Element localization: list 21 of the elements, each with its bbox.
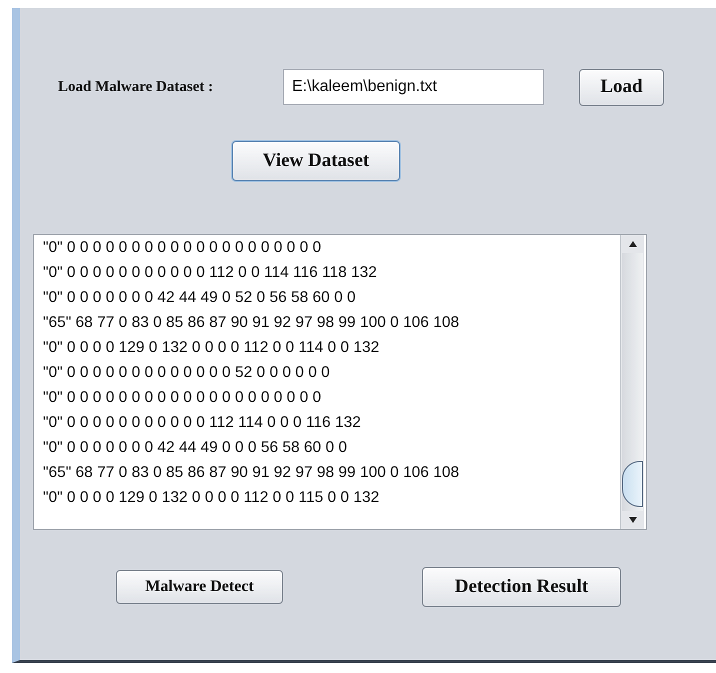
dataset-line: "0" 0 0 0 0 129 0 132 0 0 0 0 112 0 0 114 0 0 132 [43,338,380,358]
dataset-label: Load Malware Dataset : [58,78,214,96]
dataset-line: "0" 0 0 0 0 0 0 0 0 0 0 0 0 0 0 0 0 0 0 0 0 [43,388,322,408]
malware-detect-button[interactable]: Malware Detect [116,570,283,604]
dataset-line: "0" 0 0 0 0 0 0 0 0 0 0 0 0 0 52 0 0 0 0 0 0 [43,363,331,383]
dataset-line: "0" 0 0 0 0 0 0 0 0 0 0 0 0 0 0 0 0 0 0 0 0 [43,238,322,258]
path-field[interactable]: E:\kaleem\benign.txt [283,69,544,105]
detection-result-button[interactable]: Detection Result [422,567,621,607]
view-dataset-button[interactable]: View Dataset [232,141,400,181]
dataset-line: "65" 68 77 0 83 0 85 86 87 90 91 92 97 98 99 100 0 106 108 [43,313,460,333]
scroll-thumb[interactable] [622,461,643,507]
dataset-line: "0" 0 0 0 0 0 0 0 42 44 49 0 52 0 56 58 60 0 0 [43,288,357,308]
dataset-line: "0" 0 0 0 0 129 0 132 0 0 0 0 112 0 0 115 0 0 132 [43,488,380,508]
dataset-line: "65" 68 77 0 83 0 85 86 87 90 91 92 97 98 99 100 0 106 108 [43,463,460,483]
dataset-line: "0" 0 0 0 0 0 0 0 0 0 0 0 112 114 0 0 0 116 132 [43,413,362,433]
scrollbar[interactable] [620,235,644,529]
dataset-line: "0" 0 0 0 0 0 0 0 0 0 0 0 112 0 0 114 116 118 132 [43,263,378,283]
dataset-line: "0" 0 0 0 0 0 0 0 42 44 49 0 0 0 56 58 60 0 0 [43,438,348,458]
load-button[interactable]: Load [579,68,664,106]
scroll-up-icon[interactable] [628,240,638,248]
scroll-down-icon[interactable] [628,516,638,524]
